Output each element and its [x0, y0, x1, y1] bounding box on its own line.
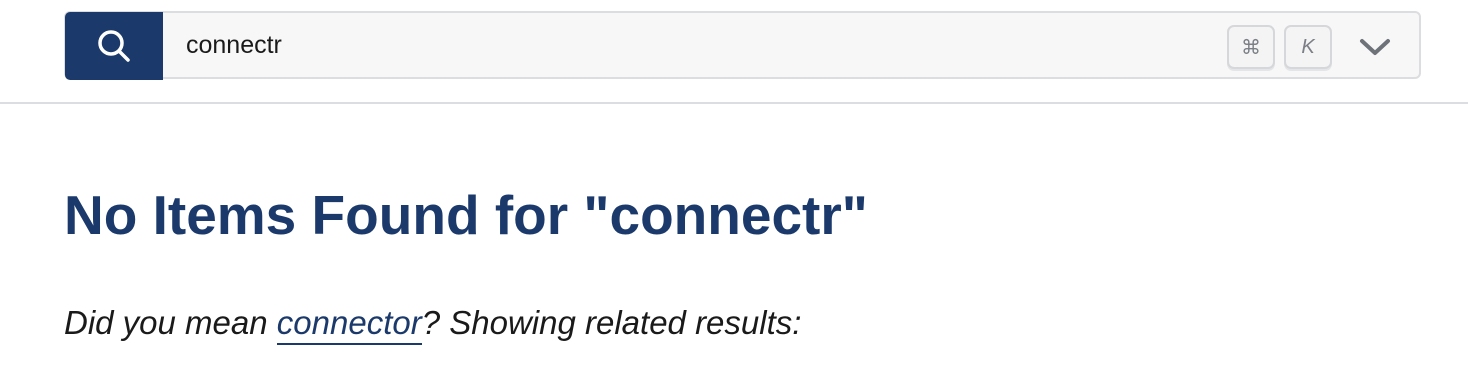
search-button[interactable] — [65, 12, 163, 80]
did-you-mean-text: Did you mean connector? Showing related … — [64, 300, 801, 346]
chevron-down-icon — [1360, 39, 1390, 55]
search-options-dropdown[interactable] — [1350, 25, 1400, 69]
command-key-badge: ⌘ — [1227, 25, 1275, 69]
page-title: No Items Found for "connectr" — [64, 184, 868, 246]
suggestion-link[interactable]: connector — [276, 304, 422, 345]
search-input[interactable] — [186, 13, 1186, 77]
did-you-mean-prefix: Did you mean — [64, 304, 277, 341]
k-key-badge: K — [1284, 25, 1332, 69]
search-header: ⌘ K — [0, 0, 1468, 104]
search-icon — [98, 30, 130, 62]
did-you-mean-suffix: ? Showing related results: — [421, 304, 802, 341]
search-bar: ⌘ K — [64, 11, 1421, 80]
